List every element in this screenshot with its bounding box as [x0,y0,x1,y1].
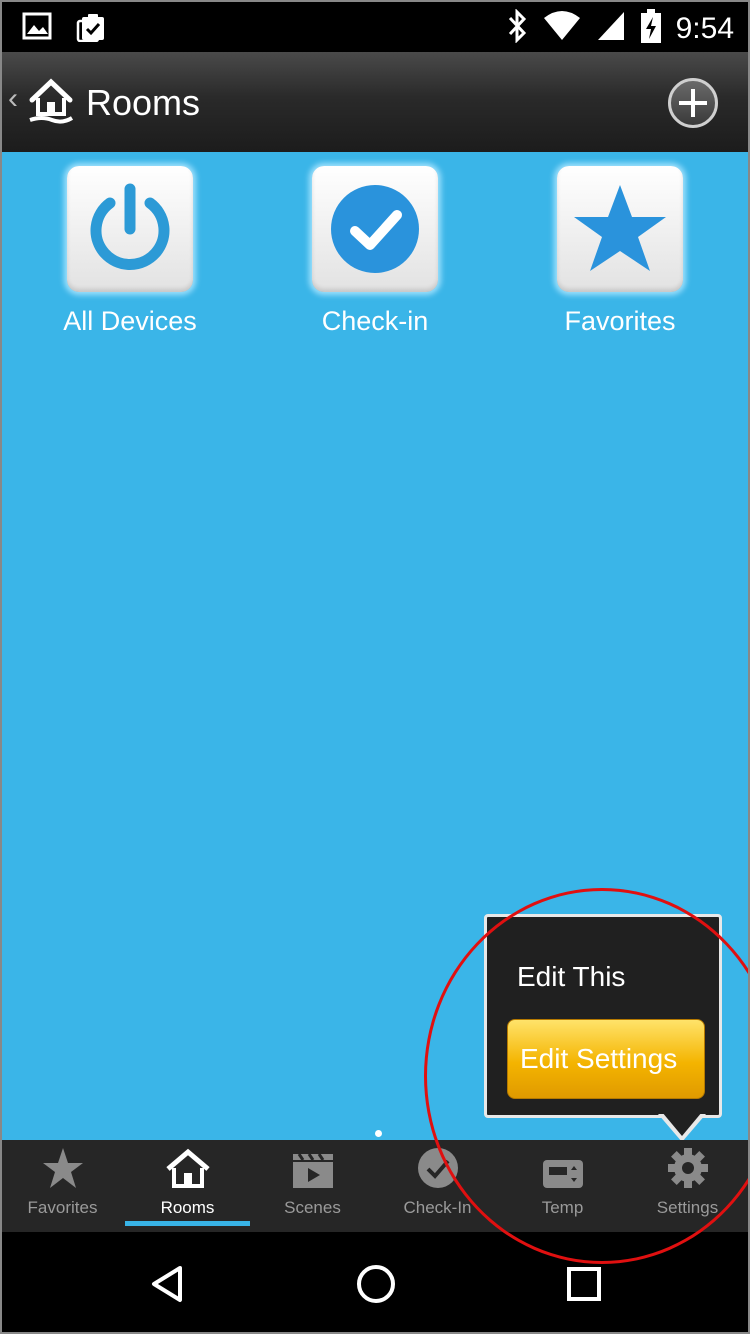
tab-check-in[interactable]: Check-In [375,1140,500,1232]
checkmark-circle-icon [375,1140,500,1190]
star-icon [0,1140,125,1190]
tile-check-in[interactable]: Check-in [305,166,445,337]
home-icon [125,1140,250,1190]
battery-charging-icon [640,8,662,49]
tab-label: Favorites [27,1198,98,1217]
settings-popup: Edit This Edit Settings [484,914,722,1118]
power-icon [67,166,193,292]
tile-label: All Devices [63,306,197,336]
edit-this-item[interactable]: Edit This [517,961,625,993]
bottom-tab-bar: Favorites Rooms Scenes Check-In Temp Set… [0,1140,750,1232]
active-tab-indicator [125,1221,250,1226]
back-triangle-icon[interactable] [146,1262,190,1306]
page-indicator [375,1130,382,1137]
edit-settings-button[interactable]: Edit Settings [507,1019,705,1099]
home-hand-icon[interactable] [28,76,74,128]
add-room-button[interactable] [668,78,718,128]
status-bar: 9:54 [0,0,750,52]
home-circle-icon[interactable] [354,1262,398,1306]
plus-circle-icon [679,89,707,117]
tab-rooms[interactable]: Rooms [125,1140,250,1232]
system-nav-bar [0,1232,750,1334]
status-time: 9:54 [675,11,734,45]
tab-label: Temp [541,1198,584,1217]
clipboard-check-icon [76,12,106,47]
tab-label: Scenes [284,1198,341,1217]
popup-arrow-inner [662,1112,702,1136]
star-icon [557,166,683,292]
image-icon [22,12,52,47]
tile-favorites[interactable]: Favorites [550,166,690,337]
app-screen: 9:54 ‹ Rooms All Devices Check-in Favori… [0,0,750,1334]
thermostat-icon [500,1140,625,1190]
tile-label: Favorites [564,306,676,336]
tab-temp[interactable]: Temp [500,1140,625,1232]
checkmark-circle-icon [312,166,438,292]
tab-settings[interactable]: Settings [625,1140,750,1232]
signal-icon [596,10,626,47]
tab-scenes[interactable]: Scenes [250,1140,375,1232]
tab-label: Settings [656,1198,719,1217]
tab-label: Rooms [160,1198,215,1217]
app-header: ‹ Rooms [0,52,750,154]
recents-square-icon[interactable] [562,1262,606,1306]
gear-icon [625,1140,750,1190]
bluetooth-icon [506,8,528,48]
tab-favorites[interactable]: Favorites [0,1140,125,1232]
page-title: Rooms [86,82,201,123]
clapperboard-icon [250,1140,375,1190]
tile-label: Check-in [321,306,429,336]
tile-all-devices[interactable]: All Devices [60,166,200,337]
wifi-icon [542,10,582,47]
chevron-left-icon[interactable]: ‹ [8,82,18,116]
tab-label: Check-In [403,1198,472,1217]
